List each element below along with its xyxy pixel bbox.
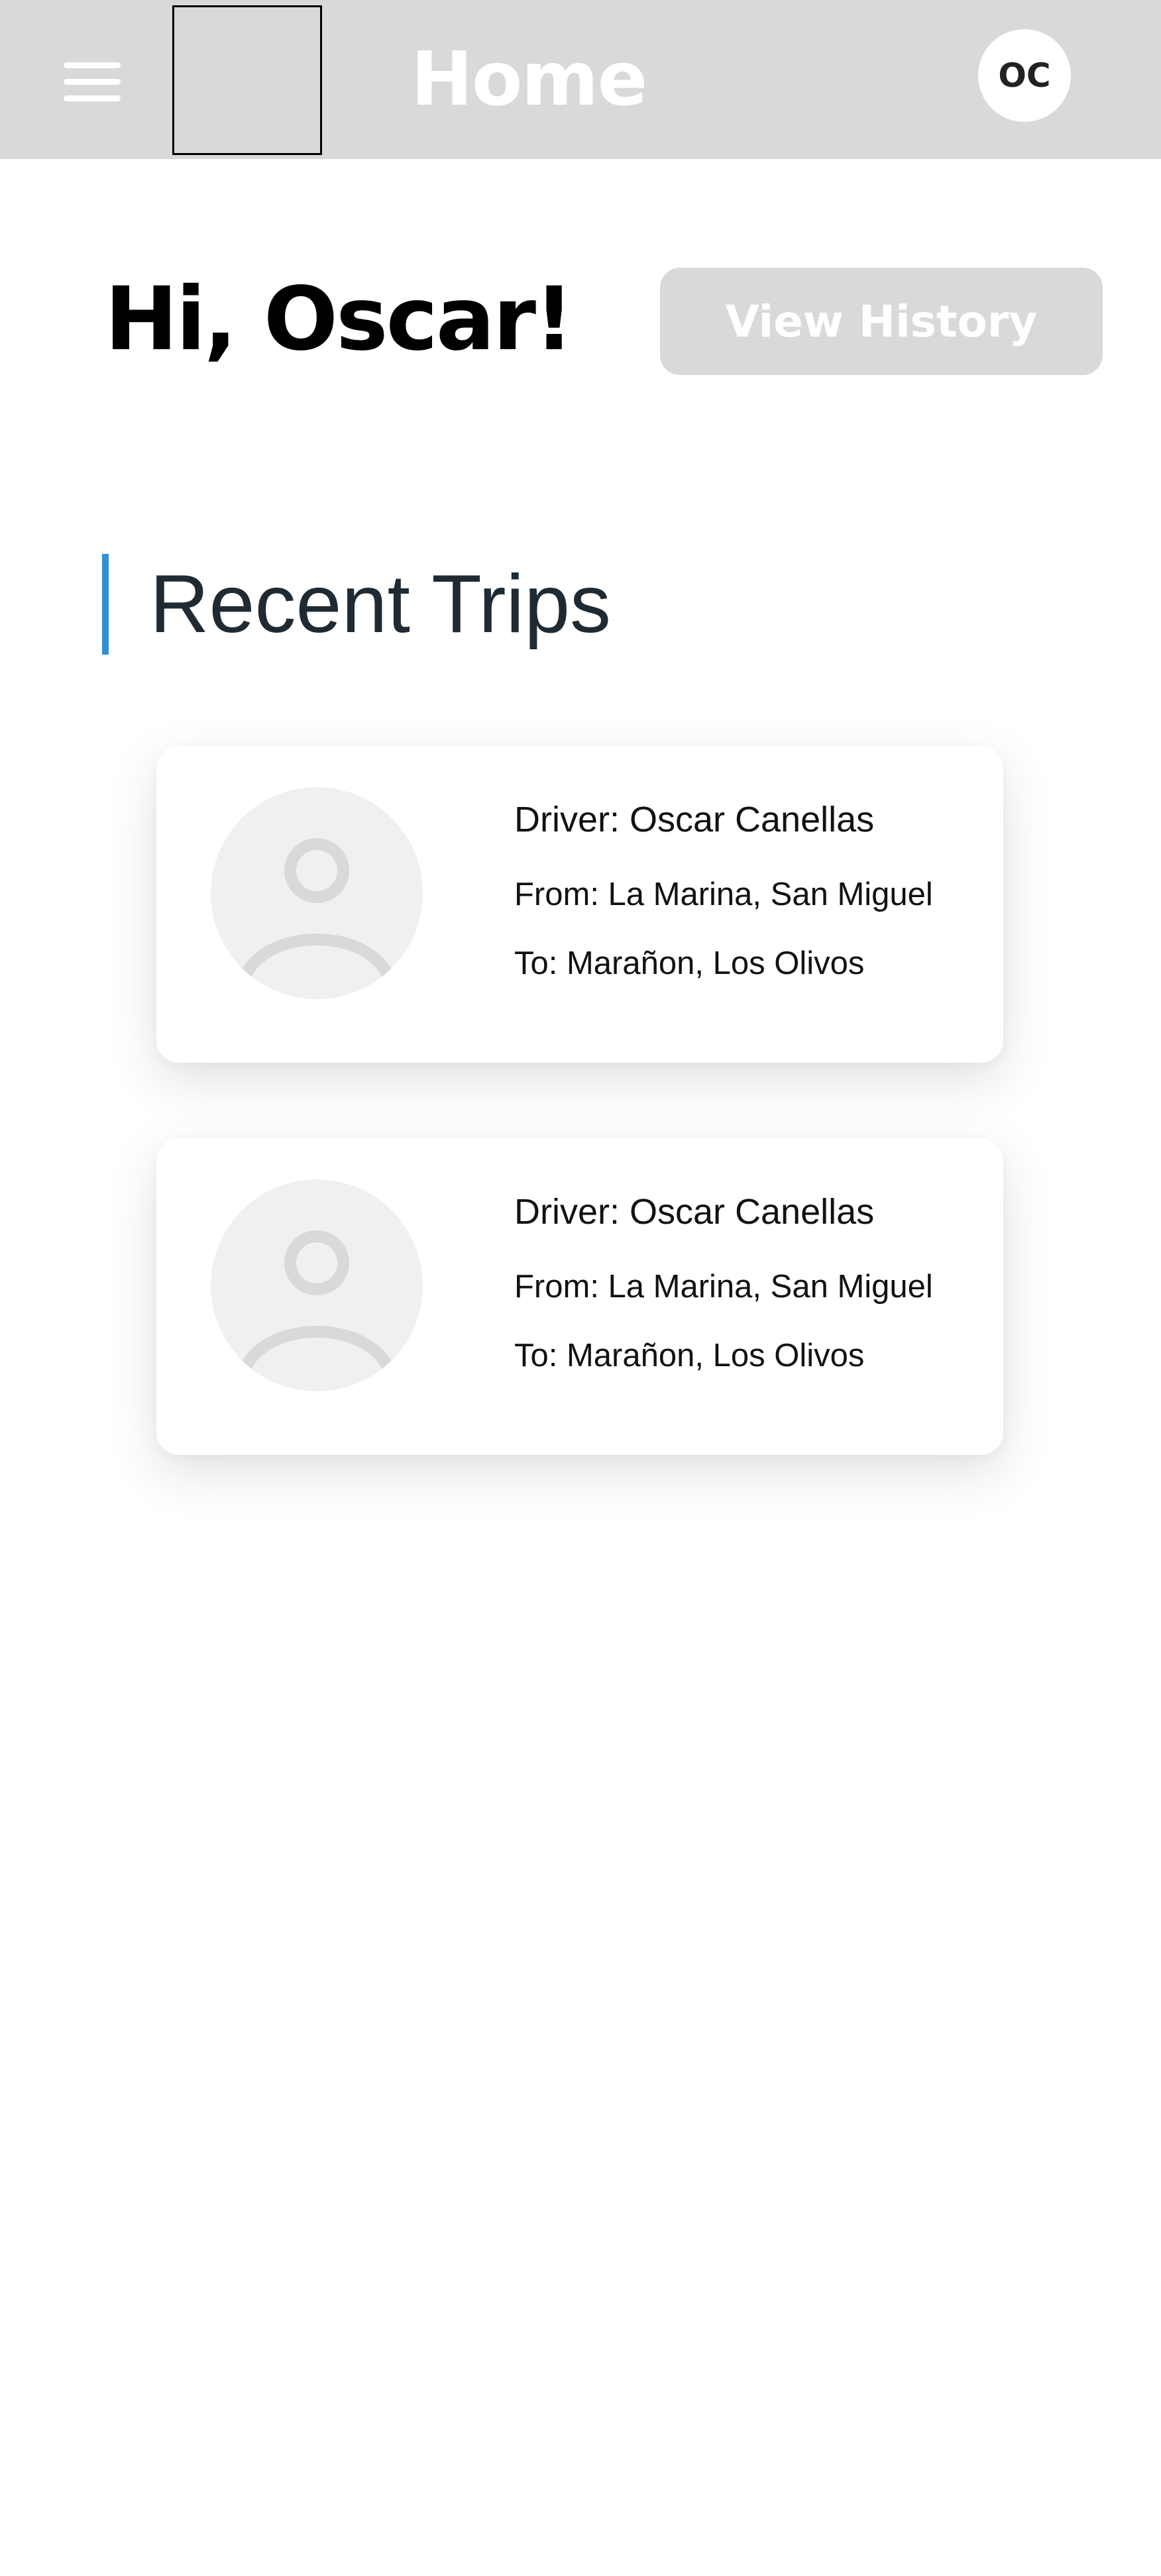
trip-card[interactable]: Driver: Oscar Canellas From: La Marina, …: [156, 746, 1003, 1063]
page-title: Home: [411, 36, 647, 123]
trip-driver: Driver: Oscar Canellas: [514, 800, 875, 839]
top-app-bar: Home OC: [0, 0, 1161, 159]
view-history-button[interactable]: View History: [660, 268, 1103, 375]
trip-destination: To: Marañon, Los Olivos: [514, 945, 865, 981]
profile-avatar[interactable]: OC: [978, 29, 1071, 122]
trip-origin: From: La Marina, San Miguel: [514, 877, 933, 912]
user-avatar-icon: [211, 1179, 423, 1391]
trip-destination: To: Marañon, Los Olivos: [514, 1338, 865, 1373]
recent-trips-heading: Recent Trips: [150, 559, 612, 650]
hamburger-line: [64, 95, 121, 101]
logo-placeholder: [172, 5, 322, 155]
menu-button[interactable]: [60, 60, 126, 103]
hamburger-line: [64, 79, 121, 85]
user-avatar-icon: [211, 787, 423, 999]
hamburger-menu-icon: [64, 62, 121, 68]
trip-driver: Driver: Oscar Canellas: [514, 1192, 875, 1232]
trip-card[interactable]: Driver: Oscar Canellas From: La Marina, …: [156, 1138, 1003, 1455]
greeting-heading: Hi, Oscar!: [105, 268, 574, 370]
section-accent-bar: [102, 554, 109, 655]
trip-origin: From: La Marina, San Miguel: [514, 1269, 933, 1305]
